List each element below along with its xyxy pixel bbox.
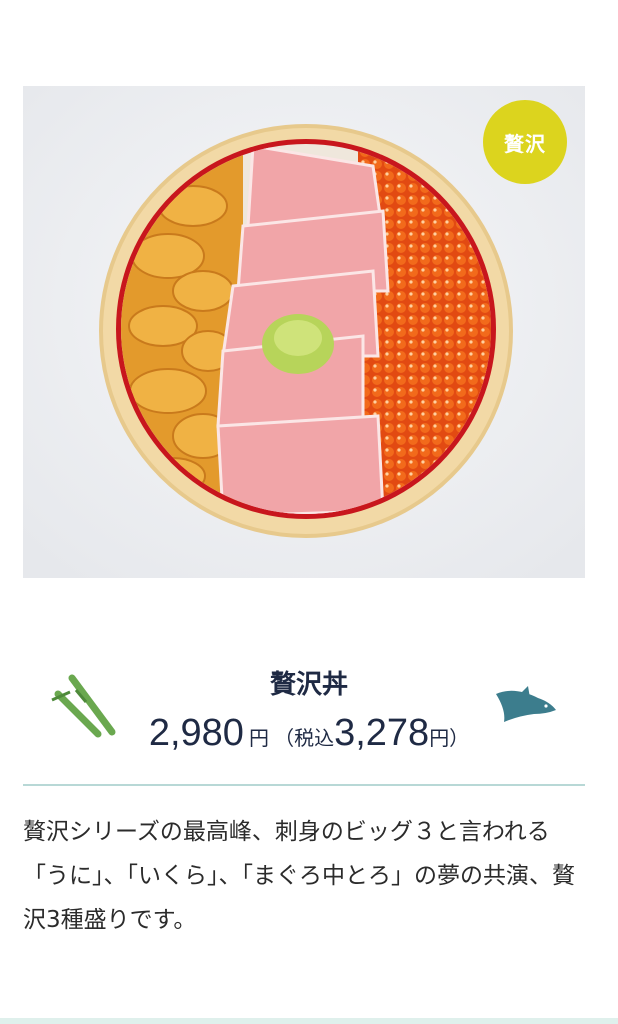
- tax-prefix: （税込: [274, 726, 335, 750]
- divider: [23, 784, 585, 786]
- next-section-edge: [0, 1018, 618, 1024]
- tax-suffix: 円）: [429, 726, 470, 750]
- price-currency: 円: [249, 726, 269, 750]
- price-value: 2,980: [148, 712, 244, 754]
- luxury-badge: 贅沢: [483, 100, 567, 184]
- tax-price-value: 3,278: [334, 712, 430, 754]
- product-description: 贅沢シリーズの最高峰、刺身のビッグ３と言われる「うに」、「いくら」、「まぐろ中と…: [23, 819, 575, 933]
- fish-icon: [496, 686, 556, 722]
